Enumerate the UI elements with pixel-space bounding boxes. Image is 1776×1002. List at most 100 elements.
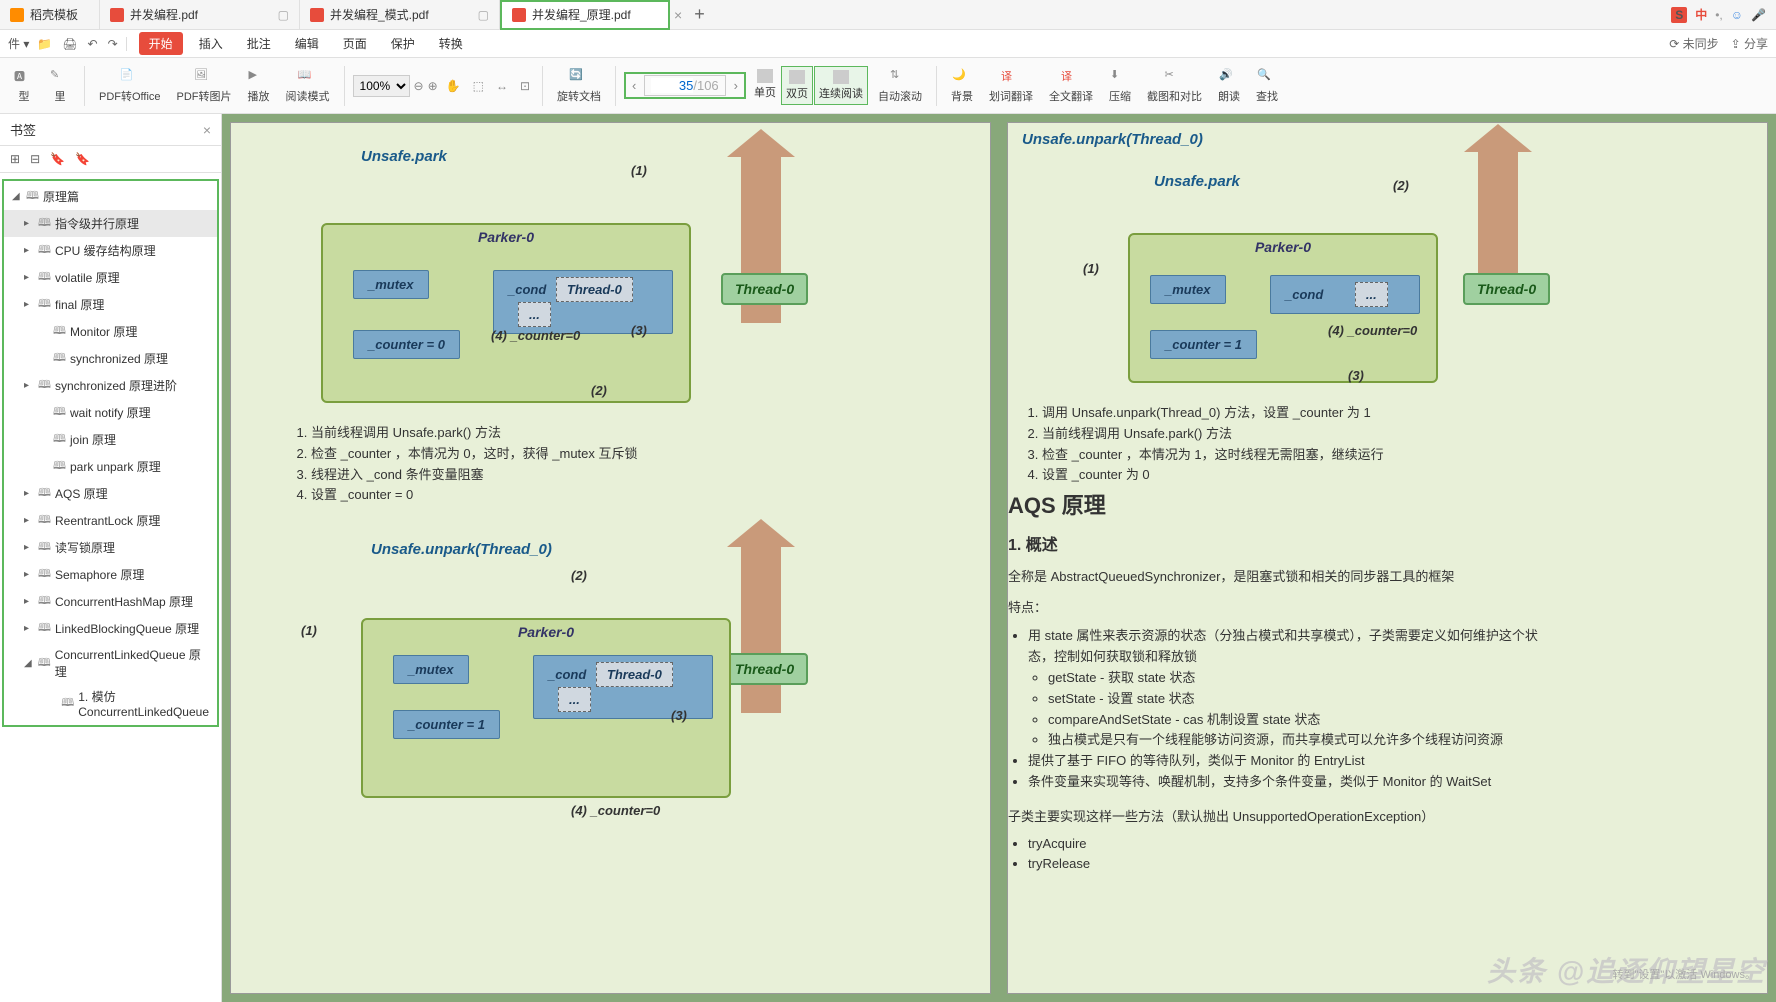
tool-type[interactable]: 🅰型 (8, 64, 40, 108)
menu-insert[interactable]: 插入 (191, 31, 231, 56)
view-double[interactable]: 双页 (781, 66, 813, 105)
tree-item[interactable]: ▸🕮synchronized 原理进阶 (4, 372, 217, 399)
tree-toggle-icon[interactable]: ▸ (24, 488, 34, 499)
print-icon[interactable]: 🖨 (62, 37, 77, 51)
tool-play[interactable]: ▶播放 (242, 64, 276, 108)
tree-toggle-icon[interactable]: ▸ (24, 542, 34, 553)
menu-start[interactable]: 开始 (139, 32, 183, 55)
steps-list-right: 调用 Unsafe.unpark(Thread_0) 方法，设置 _counte… (1022, 403, 1542, 486)
bookmark-icon[interactable]: 🔖 (50, 152, 65, 166)
undo-icon[interactable]: ↶ (88, 37, 98, 51)
tab-doc-active[interactable]: 并发编程_原理.pdf (500, 0, 670, 30)
tool-rotate[interactable]: 🔄旋转文档 (551, 64, 607, 108)
fit-width-icon[interactable]: ↔ (492, 79, 512, 93)
tab-pin-icon[interactable]: ▢ (478, 8, 489, 22)
ime-mic-icon[interactable]: 🎤 (1751, 8, 1766, 22)
tree-toggle-icon[interactable]: ▸ (24, 623, 34, 634)
tree-toggle-icon[interactable]: ▸ (24, 515, 34, 526)
tool-pdf-to-office[interactable]: 📄PDF转Office (93, 64, 167, 108)
tree-item[interactable]: 🕮wait notify 原理 (4, 399, 217, 426)
tool-word-translate[interactable]: 译划词翻译 (983, 64, 1039, 108)
hand-tool-icon[interactable]: ✋ (442, 79, 465, 93)
view-continuous[interactable]: 连续阅读 (814, 66, 868, 105)
tree-item[interactable]: ▸🕮读写锁原理 (4, 534, 217, 561)
tree-item[interactable]: 🕮1. 模仿 ConcurrentLinkedQueue (4, 684, 217, 723)
tree-item[interactable]: ◢🕮ConcurrentLinkedQueue 原理 (4, 642, 217, 684)
tree-item[interactable]: ▸🕮volatile 原理 (4, 264, 217, 291)
tree-item[interactable]: ▸🕮CPU 缓存结构原理 (4, 237, 217, 264)
tool-auto-scroll[interactable]: ⇅自动滚动 (872, 64, 928, 108)
tab-close-button[interactable]: × (674, 7, 682, 23)
tool-compress[interactable]: ⬇压缩 (1103, 64, 1137, 108)
zoom-in-icon[interactable]: ⊕ (428, 79, 438, 93)
tree-item[interactable]: 🕮join 原理 (4, 426, 217, 453)
tool-clear[interactable]: ✎里 (44, 64, 76, 108)
zoom-out-icon[interactable]: ⊖ (414, 79, 424, 93)
fit-page-icon[interactable]: ⊡ (516, 79, 534, 93)
windows-activate-notice: 转到"设置"以激活 Windows。 (1613, 966, 1757, 982)
menu-comment[interactable]: 批注 (239, 31, 279, 56)
tool-pdf-to-image[interactable]: 🖼PDF转图片 (171, 64, 238, 108)
tree-item[interactable]: ▸🕮LinkedBlockingQueue 原理 (4, 615, 217, 642)
open-icon[interactable]: 📁 (37, 37, 52, 51)
tool-full-translate[interactable]: 译全文翻译 (1043, 64, 1099, 108)
tool-read-mode[interactable]: 📖阅读模式 (280, 64, 336, 108)
tree-item[interactable]: ▸🕮ReentrantLock 原理 (4, 507, 217, 534)
redo-icon[interactable]: ↷ (108, 37, 118, 51)
bookmark-item-icon: 🕮 (38, 484, 51, 503)
tree-item[interactable]: 🕮synchronized 原理 (4, 345, 217, 372)
expand-all-icon[interactable]: ⊞ (10, 152, 20, 166)
tree-toggle-icon[interactable]: ▸ (24, 245, 34, 256)
tool-speak[interactable]: 🔊朗读 (1212, 64, 1246, 108)
select-tool-icon[interactable]: ⬚ (469, 79, 488, 93)
tree-toggle-icon[interactable]: ▸ (24, 272, 34, 283)
document-viewport[interactable]: Unsafe.park Thread-0 Parker-0 _mutex _co… (222, 114, 1776, 1002)
tree-toggle-icon[interactable]: ▸ (24, 299, 34, 310)
tool-screenshot[interactable]: ✂截图和对比 (1141, 64, 1208, 108)
tree-item[interactable]: ▸🕮ConcurrentHashMap 原理 (4, 588, 217, 615)
file-menu[interactable]: 件 ▾ (8, 35, 29, 52)
tree-toggle-icon[interactable]: ◢ (24, 658, 34, 669)
menu-edit[interactable]: 编辑 (287, 31, 327, 56)
ime-lang[interactable]: 中 (1695, 6, 1707, 23)
tree-toggle-icon[interactable]: ▸ (24, 380, 34, 391)
page-input[interactable] (651, 78, 693, 93)
sidebar-close-button[interactable]: × (203, 122, 211, 138)
list-item: 用 state 属性来表示资源的状态（分独占模式和共享模式），子类需要定义如何维… (1028, 626, 1548, 751)
new-tab-button[interactable]: + (682, 4, 717, 25)
bookmark-add-icon[interactable]: 🔖 (75, 152, 90, 166)
share-button[interactable]: ⇪ 分享 (1731, 35, 1768, 52)
bookmark-item-icon: 🕮 (38, 268, 51, 287)
menu-convert[interactable]: 转换 (431, 31, 471, 56)
view-single[interactable]: 单页 (750, 66, 780, 105)
tab-pin-icon[interactable]: ▢ (278, 8, 289, 22)
ime-punct-icon[interactable]: •, (1715, 8, 1723, 22)
tree-toggle-icon[interactable]: ▸ (24, 569, 34, 580)
tree-toggle-icon[interactable]: ◢ (12, 191, 22, 202)
tree-toggle-icon[interactable]: ▸ (24, 218, 34, 229)
ime-badge[interactable]: S (1671, 7, 1687, 23)
tab-doc-2[interactable]: 并发编程_模式.pdf ▢ (300, 0, 500, 30)
menu-page[interactable]: 页面 (335, 31, 375, 56)
page-next-button[interactable]: › (728, 74, 744, 97)
tree-item[interactable]: ▸🕮AQS 原理 (4, 480, 217, 507)
ime-smile-icon[interactable]: ☺ (1731, 8, 1743, 22)
tree-item[interactable]: ▸🕮final 原理 (4, 291, 217, 318)
pdf-icon (512, 8, 526, 22)
page-prev-button[interactable]: ‹ (626, 74, 642, 97)
tree-item[interactable]: ▸🕮指令级并行原理 (4, 210, 217, 237)
tool-background[interactable]: 🌙背景 (945, 64, 979, 108)
tree-toggle-icon[interactable]: ▸ (24, 596, 34, 607)
tree-item[interactable]: ◢🕮原理篇 (4, 183, 217, 210)
tool-find[interactable]: 🔍查找 (1250, 64, 1284, 108)
tree-item[interactable]: 🕮park unpark 原理 (4, 453, 217, 480)
tab-template[interactable]: 稻壳模板 (0, 0, 100, 30)
tree-item[interactable]: ▸🕮Semaphore 原理 (4, 561, 217, 588)
zoom-select[interactable]: 100% (353, 75, 410, 97)
tree-item[interactable]: 🕮Monitor 原理 (4, 318, 217, 345)
collapse-all-icon[interactable]: ⊟ (30, 152, 40, 166)
bookmark-item-icon: 🕮 (38, 538, 51, 557)
menu-protect[interactable]: 保护 (383, 31, 423, 56)
tab-doc-1[interactable]: 并发编程.pdf ▢ (100, 0, 300, 30)
sync-status[interactable]: ⟳ 未同步 (1669, 35, 1718, 52)
